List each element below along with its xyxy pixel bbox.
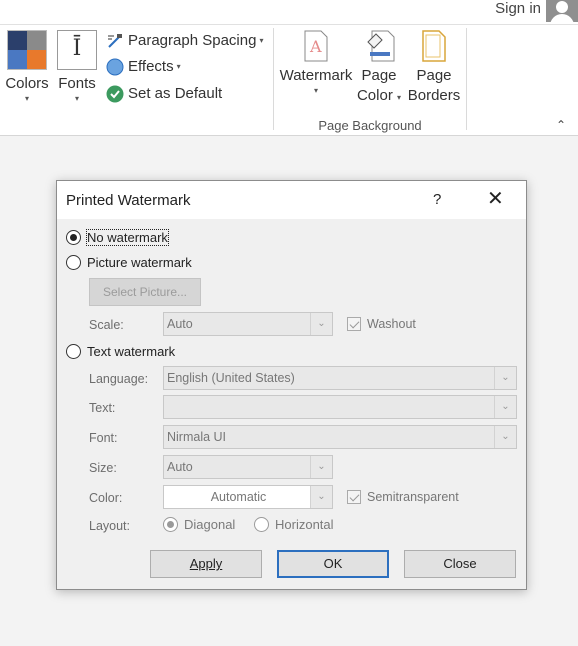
chevron-down-icon: ▾ [176, 62, 181, 71]
dialog-titlebar: Printed Watermark ? ✕ [57, 181, 526, 219]
effects-button[interactable]: Effects ▾ [106, 56, 181, 78]
radio-selected-icon [163, 517, 178, 532]
diagonal-label: Diagonal [184, 517, 236, 532]
picture-watermark-label: Picture watermark [87, 255, 192, 270]
dropdown-arrow-icon: ⌄ [310, 456, 332, 478]
close-button[interactable]: Close [404, 550, 516, 578]
washout-label: Washout [367, 317, 416, 331]
text-watermark-radio[interactable]: Text watermark [66, 344, 175, 359]
ribbon: Sign in Colors ▾ Ī Fonts ▾ Paragraph Spa… [0, 0, 578, 136]
scale-value: Auto [167, 317, 193, 331]
font-select[interactable]: Nirmala UI ⌄ [163, 425, 517, 449]
select-picture-button[interactable]: Select Picture... [89, 278, 201, 306]
page-borders-label-2: Borders [407, 87, 461, 104]
chevron-down-icon: ▾ [259, 36, 264, 45]
watermark-button[interactable]: A Watermark ▾ [278, 30, 354, 96]
page-color-button[interactable]: Page Color ▾ [354, 30, 404, 108]
watermark-icon: A [304, 30, 328, 62]
help-icon[interactable]: ? [433, 191, 441, 208]
fonts-button[interactable]: Ī Fonts ▾ [56, 30, 98, 104]
sign-in-link[interactable]: Sign in [495, 0, 541, 18]
page-borders-icon [422, 30, 446, 62]
chevron-down-icon: ▾ [74, 94, 79, 103]
paragraph-spacing-icon [106, 32, 124, 50]
ok-button[interactable]: OK [277, 550, 389, 578]
checkbox-checked-icon [347, 490, 361, 504]
checkbox-checked-icon [347, 317, 361, 331]
chevron-down-icon: ▾ [313, 86, 318, 95]
set-as-default-label: Set as Default [128, 85, 223, 102]
horizontal-radio[interactable]: Horizontal [254, 517, 334, 532]
size-select[interactable]: Auto ⌄ [163, 455, 333, 479]
dropdown-arrow-icon: ⌄ [494, 367, 516, 389]
language-label: Language: [89, 372, 149, 386]
effects-label: Effects [128, 58, 174, 75]
close-icon[interactable]: ✕ [487, 189, 504, 209]
page-color-label-1: Page [361, 67, 397, 84]
fonts-icon: Ī [57, 30, 97, 70]
color-swatch-icon [7, 30, 47, 70]
font-label: Font: [89, 431, 118, 445]
avatar[interactable] [546, 0, 578, 22]
picture-watermark-radio[interactable]: Picture watermark [66, 255, 192, 270]
diagonal-radio[interactable]: Diagonal [163, 517, 235, 532]
checkmark-icon [106, 85, 124, 103]
paint-bucket-icon [367, 30, 395, 62]
washout-checkbox[interactable]: Washout [347, 317, 416, 331]
no-watermark-label: No watermark [86, 229, 169, 246]
effects-icon [106, 58, 124, 76]
size-value: Auto [167, 460, 193, 474]
chevron-down-icon: ▾ [397, 93, 402, 102]
color-value: Automatic [210, 490, 267, 504]
fonts-glyph: Ī [72, 36, 82, 61]
radio-empty-icon [66, 344, 81, 359]
paragraph-spacing-button[interactable]: Paragraph Spacing ▾ [106, 30, 263, 52]
color-select[interactable]: Automatic ⌄ [163, 485, 333, 509]
page-color-label-2: Color [356, 87, 393, 104]
dropdown-arrow-icon: ⌄ [494, 426, 516, 448]
layout-label: Layout: [89, 519, 131, 533]
chevron-down-icon: ▾ [24, 94, 29, 103]
page-borders-button[interactable]: Page Borders [406, 30, 462, 106]
dropdown-arrow-icon: ⌄ [310, 486, 332, 508]
radio-empty-icon [254, 517, 269, 532]
radio-empty-icon [66, 255, 81, 270]
font-value: Nirmala UI [167, 430, 227, 444]
scale-select[interactable]: Auto ⌄ [163, 312, 333, 336]
paragraph-spacing-label: Paragraph Spacing [128, 32, 257, 49]
printed-watermark-dialog: Printed Watermark ? ✕ No watermark Pictu… [56, 180, 527, 590]
collapse-ribbon-icon[interactable]: ⌃ [556, 118, 566, 132]
size-label: Size: [89, 461, 117, 475]
colors-button[interactable]: Colors ▾ [4, 30, 50, 104]
set-as-default-button[interactable]: Set as Default [106, 83, 222, 105]
apply-button[interactable]: Apply [150, 550, 262, 578]
language-value: English (United States) [167, 371, 295, 385]
page-background-group-label: Page Background [318, 118, 422, 133]
color-label: Color: [89, 491, 123, 505]
dropdown-arrow-icon: ⌄ [494, 396, 516, 418]
text-combobox[interactable]: ⌄ [163, 395, 517, 419]
language-select[interactable]: English (United States) ⌄ [163, 366, 517, 390]
text-watermark-label: Text watermark [87, 344, 176, 359]
svg-text:A: A [309, 37, 322, 56]
semitransparent-checkbox[interactable]: Semitransparent [347, 490, 459, 504]
text-label: Text: [89, 401, 116, 415]
no-watermark-radio[interactable]: No watermark [66, 229, 169, 246]
group-divider [273, 28, 274, 130]
apply-label: Apply [189, 556, 223, 571]
colors-label: Colors [5, 75, 49, 92]
group-divider [466, 28, 467, 130]
dropdown-arrow-icon: ⌄ [310, 313, 332, 335]
fonts-label: Fonts [58, 75, 96, 92]
ribbon-divider [0, 24, 578, 25]
horizontal-label: Horizontal [275, 517, 334, 532]
page-borders-label-1: Page [416, 67, 452, 84]
scale-label: Scale: [89, 318, 124, 332]
dialog-title: Printed Watermark [66, 192, 191, 209]
radio-selected-icon [66, 230, 81, 245]
watermark-label: Watermark [279, 67, 353, 84]
semitransparent-label: Semitransparent [367, 490, 459, 504]
